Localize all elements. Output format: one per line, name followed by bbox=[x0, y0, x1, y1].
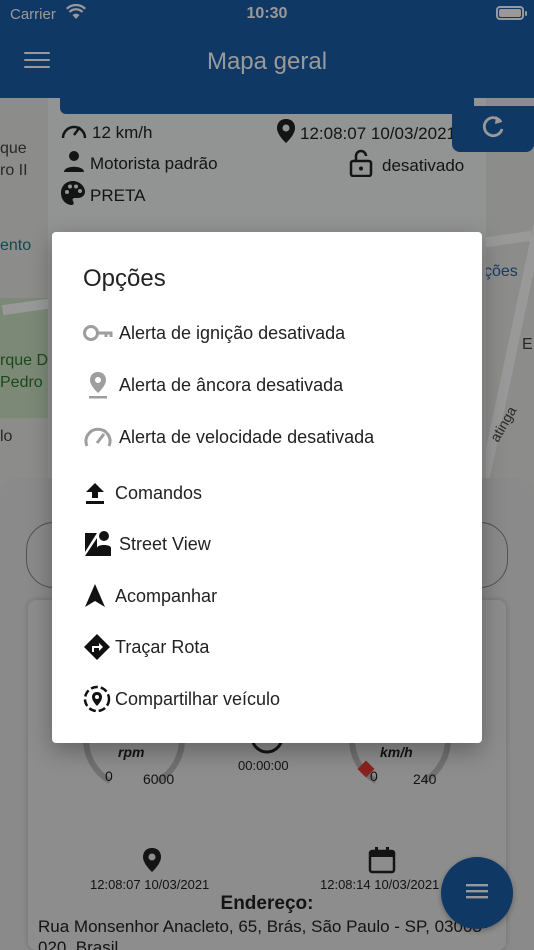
option-label: Alerta de âncora desativada bbox=[119, 374, 344, 395]
option-route[interactable]: Traçar Rota bbox=[83, 632, 209, 662]
option-label: Alerta de ignição desativada bbox=[119, 322, 346, 343]
option-label: Traçar Rota bbox=[115, 636, 210, 657]
option-label: Alerta de velocidade desativada bbox=[119, 426, 375, 447]
option-anchor-alert[interactable]: Alerta de âncora desativada bbox=[83, 370, 343, 400]
option-street-view[interactable]: Street View bbox=[83, 529, 211, 559]
street-view-icon bbox=[83, 529, 119, 559]
location-pin-icon bbox=[83, 370, 119, 400]
navigation-arrow-icon bbox=[83, 581, 115, 611]
speedometer-icon bbox=[83, 422, 119, 452]
option-label: Comandos bbox=[115, 482, 203, 503]
option-speed-alert[interactable]: Alerta de velocidade desativada bbox=[83, 422, 374, 452]
option-label: Acompanhar bbox=[115, 585, 218, 606]
options-dialog: Opções Alerta de ignição desativada Aler… bbox=[52, 232, 482, 743]
directions-icon bbox=[83, 632, 115, 662]
option-ignition-alert[interactable]: Alerta de ignição desativada bbox=[83, 318, 345, 348]
option-label: Street View bbox=[119, 533, 211, 554]
option-share-vehicle[interactable]: Compartilhar veículo bbox=[83, 684, 280, 714]
option-label: Compartilhar veículo bbox=[115, 688, 281, 709]
option-commands[interactable]: Comandos bbox=[83, 478, 202, 508]
option-follow[interactable]: Acompanhar bbox=[83, 581, 217, 611]
share-location-icon bbox=[83, 684, 115, 714]
dialog-title: Opções bbox=[83, 265, 166, 292]
upload-icon bbox=[83, 478, 115, 508]
key-icon bbox=[83, 318, 119, 348]
